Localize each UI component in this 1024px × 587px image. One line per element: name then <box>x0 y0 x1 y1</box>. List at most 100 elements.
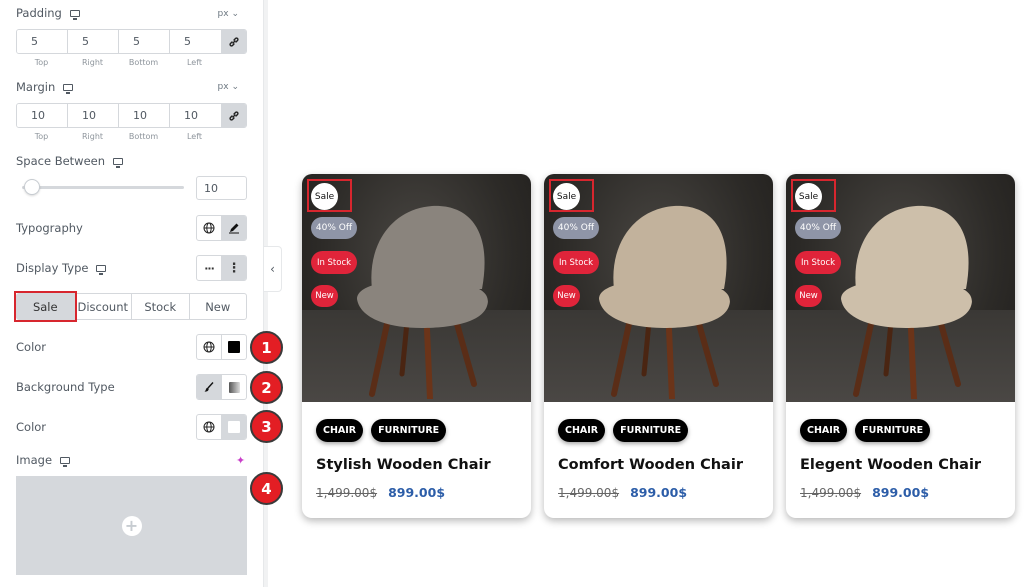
desktop-icon[interactable] <box>113 157 124 168</box>
desktop-icon[interactable] <box>63 83 74 94</box>
black-swatch <box>228 341 240 353</box>
tag-furniture[interactable]: FURNITURE <box>371 419 447 442</box>
display-inline-button[interactable]: ··· <box>197 256 221 280</box>
tag-furniture[interactable]: FURNITURE <box>855 419 931 442</box>
margin-unit-select[interactable]: px ⌄ <box>218 82 239 92</box>
background-color-swatch[interactable] <box>221 415 246 439</box>
brush-icon <box>204 382 214 392</box>
display-block-button[interactable]: ⋮ <box>221 256 246 280</box>
link-values-button[interactable] <box>221 104 246 127</box>
globe-icon <box>203 222 215 234</box>
collapse-panel-button[interactable]: ‹ <box>264 246 282 292</box>
product-title[interactable]: Elegent Wooden Chair <box>800 457 981 473</box>
tag-chair[interactable]: CHAIR <box>316 419 364 442</box>
dim-label-bottom: Bottom <box>128 132 159 141</box>
space-between-input[interactable]: 10 <box>196 176 247 200</box>
step-marker-3: 3 <box>250 410 283 443</box>
product-prices: 1,499.00$ 899.00$ <box>800 485 929 500</box>
step-marker-2: 2 <box>250 371 283 404</box>
padding-right-input[interactable]: 5 <box>68 30 119 53</box>
padding-unit: px <box>217 9 229 19</box>
tag-chair[interactable]: CHAIR <box>558 419 606 442</box>
globe-icon <box>203 421 215 433</box>
original-price: 1,499.00$ <box>800 486 862 500</box>
new-badge: New <box>311 285 338 307</box>
product-card[interactable]: Sale 40% Off In Stock New CHAIR FURNITUR… <box>786 174 1015 518</box>
chair-seat <box>357 279 488 328</box>
space-between-label: Space Between <box>16 154 124 168</box>
product-image[interactable]: Sale 40% Off In Stock New <box>786 174 1015 402</box>
new-badge: New <box>553 285 580 307</box>
tag-furniture[interactable]: FURNITURE <box>613 419 689 442</box>
product-prices: 1,499.00$ 899.00$ <box>558 485 687 500</box>
image-label: Image <box>16 453 71 467</box>
step-marker-1: 1 <box>250 331 283 364</box>
chevron-left-icon: ‹ <box>270 262 275 276</box>
background-color-label-text: Color <box>16 420 47 434</box>
chair-backrest <box>371 205 485 289</box>
display-type-label-text: Display Type <box>16 261 89 275</box>
gradient-icon <box>228 381 240 393</box>
product-card[interactable]: Sale 40% Off In Stock New CHAIR FURNITUR… <box>544 174 773 518</box>
margin-left-input[interactable]: 10 <box>170 104 221 127</box>
product-title[interactable]: Stylish Wooden Chair <box>316 457 491 473</box>
ai-sparkle-icon[interactable]: ✦ <box>236 454 245 467</box>
padding-bottom-input[interactable]: 5 <box>119 30 170 53</box>
image-upload-area[interactable]: + <box>16 476 247 575</box>
sale-price: 899.00$ <box>630 485 688 500</box>
chair-backrest <box>855 205 969 289</box>
padding-unit-select[interactable]: px ⌄ <box>218 9 239 19</box>
tag-chair[interactable]: CHAIR <box>800 419 848 442</box>
product-tags: CHAIR FURNITURE <box>316 419 447 442</box>
background-gradient-button[interactable] <box>221 375 246 399</box>
tab-sale[interactable]: Sale <box>17 294 75 319</box>
horizontal-dots-icon: ··· <box>204 261 215 275</box>
chair-seat <box>841 279 972 328</box>
background-classic-button[interactable] <box>197 375 221 399</box>
tab-stock[interactable]: Stock <box>132 294 190 319</box>
product-card[interactable]: Sale 40% Off In Stock New CHAIR FURNITUR… <box>302 174 531 518</box>
space-between-slider-thumb[interactable] <box>24 179 40 195</box>
edit-typography-button[interactable] <box>221 216 246 240</box>
link-values-button[interactable] <box>221 30 246 53</box>
desktop-icon[interactable] <box>96 264 107 275</box>
margin-dim-labels: Top Right Bottom Left <box>16 132 220 141</box>
space-between-slider-track[interactable] <box>22 186 184 189</box>
desktop-icon[interactable] <box>69 9 80 20</box>
sale-price: 899.00$ <box>872 485 930 500</box>
stock-badge: In Stock <box>795 251 841 274</box>
globe-icon <box>203 341 215 353</box>
original-price: 1,499.00$ <box>316 486 378 500</box>
sale-price: 899.00$ <box>388 485 446 500</box>
margin-bottom-input[interactable]: 10 <box>119 104 170 127</box>
dim-label-left: Left <box>186 132 203 141</box>
global-color-button[interactable] <box>197 335 221 359</box>
tab-new[interactable]: New <box>190 294 247 319</box>
stock-badge: In Stock <box>311 251 357 274</box>
global-typography-button[interactable] <box>197 216 221 240</box>
product-title[interactable]: Comfort Wooden Chair <box>558 457 743 473</box>
background-type-label-text: Background Type <box>16 380 115 394</box>
stock-badge: In Stock <box>553 251 599 274</box>
link-icon <box>228 110 239 121</box>
margin-right-input[interactable]: 10 <box>68 104 119 127</box>
color-label-text: Color <box>16 340 47 354</box>
padding-label: Padding <box>16 6 80 20</box>
global-color-button[interactable] <box>197 415 221 439</box>
color-label: Color <box>16 340 46 354</box>
product-tags: CHAIR FURNITURE <box>800 419 931 442</box>
tab-discount[interactable]: Discount <box>75 294 132 319</box>
padding-top-input[interactable]: 5 <box>17 30 68 53</box>
display-type-controls: ··· ⋮ <box>196 255 247 281</box>
desktop-icon[interactable] <box>60 456 71 467</box>
dim-label-right: Right <box>81 58 104 67</box>
add-image-icon[interactable]: + <box>121 515 142 536</box>
sale-badge: Sale <box>553 183 580 210</box>
margin-unit: px <box>217 82 229 92</box>
text-color-swatch[interactable] <box>221 335 246 359</box>
typography-controls <box>196 215 247 241</box>
margin-top-input[interactable]: 10 <box>17 104 68 127</box>
product-image[interactable]: Sale 40% Off In Stock New <box>544 174 773 402</box>
product-image[interactable]: Sale 40% Off In Stock New <box>302 174 531 402</box>
padding-left-input[interactable]: 5 <box>170 30 221 53</box>
